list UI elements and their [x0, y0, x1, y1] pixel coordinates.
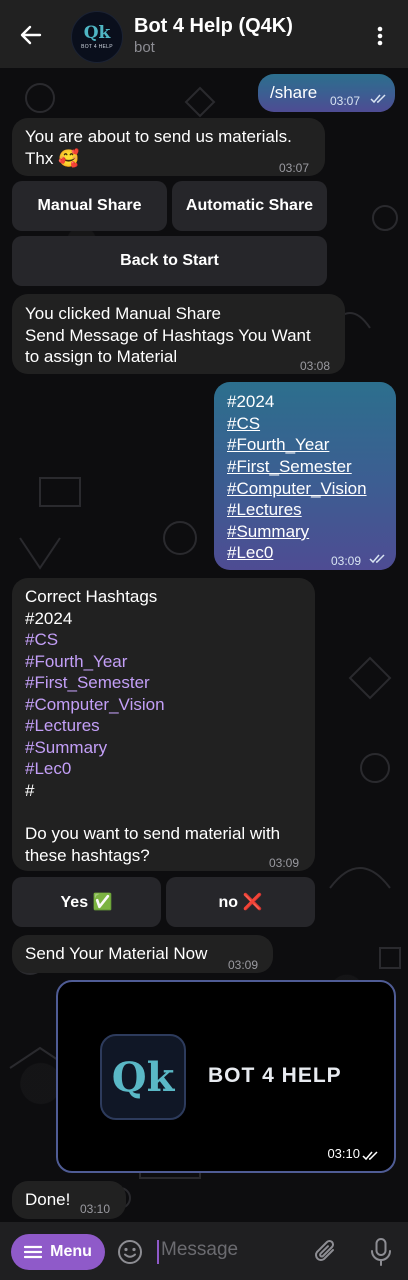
double-check-icon — [370, 94, 386, 104]
hashtag-link[interactable]: #CS — [227, 413, 260, 435]
question-line: these hashtags? — [25, 846, 150, 865]
avatar-logo-mark: Qk — [83, 22, 111, 43]
message-outgoing[interactable]: /share 03:07 — [258, 74, 395, 112]
attach-icon[interactable] — [313, 1238, 339, 1266]
message-outgoing[interactable]: #2024 #CS #Fourth_Year #First_Semester #… — [214, 382, 396, 570]
hashtag-link[interactable]: #Lec0 — [227, 542, 273, 564]
message-text: Done! — [25, 1190, 71, 1209]
message-incoming[interactable]: Send Your Material Now 03:09 — [12, 935, 273, 973]
more-vert-icon — [377, 26, 383, 46]
message-text: /share — [270, 83, 318, 102]
message-time: 03:09 — [269, 856, 300, 870]
message-text: You are about to send us materials. — [25, 127, 292, 146]
message-incoming[interactable]: Done! 03:10 — [12, 1181, 126, 1219]
hashtag-line: #2024 — [227, 392, 275, 411]
message-input[interactable]: Message — [161, 1239, 238, 1261]
message-time: 03:08 — [300, 359, 331, 373]
photo-logo-text: BOT 4 HELP — [208, 1064, 342, 1087]
hashtag-line: #2024 — [25, 609, 73, 628]
chat-subtitle: bot — [134, 39, 155, 56]
hashtag-link[interactable]: #Lec0 — [25, 758, 71, 780]
message-time: 03:07 — [330, 94, 361, 108]
mic-icon[interactable] — [368, 1237, 394, 1267]
chat-header: Qk BOT 4 HELP Bot 4 Help (Q4K) bot — [0, 0, 408, 68]
photo-message[interactable]: Qk BOT 4 HELP 03:10 — [56, 980, 396, 1173]
message-incoming[interactable]: You clicked Manual Share Send Message of… — [12, 294, 345, 374]
message-time: 03:07 — [279, 161, 310, 175]
yes-button[interactable]: Yes ✅ — [12, 877, 161, 927]
automatic-share-button[interactable]: Automatic Share — [172, 181, 327, 231]
message-line: Send Message of Hashtags You Want — [25, 326, 311, 345]
photo-logo-mark: Qk — [111, 1053, 175, 1101]
back-to-start-button[interactable]: Back to Start — [12, 236, 327, 286]
message-text-line-2: Thx 🥰 — [25, 149, 80, 168]
message-line: to assign to Material — [25, 347, 178, 366]
no-button[interactable]: no ❌ — [166, 877, 315, 927]
double-check-icon — [362, 1151, 378, 1161]
message-incoming[interactable]: You are about to send us materials. Thx … — [12, 118, 325, 176]
hashtag-link[interactable]: #Lectures — [227, 499, 302, 521]
hashtag-link[interactable]: #Computer_Vision — [25, 694, 165, 716]
message-incoming[interactable]: Correct Hashtags #2024 #CS #Fourth_Year … — [12, 578, 315, 871]
hashtag-link[interactable]: #Fourth_Year — [227, 434, 329, 456]
menu-label: Menu — [50, 1243, 92, 1260]
emoji-icon[interactable] — [117, 1239, 143, 1265]
hash-line: # — [25, 781, 35, 800]
hashtag-link[interactable]: #Summary — [25, 737, 107, 759]
hashtag-link[interactable]: #First_Semester — [227, 456, 352, 478]
back-arrow-icon — [20, 25, 42, 45]
hashtag-link[interactable]: #Computer_Vision — [227, 478, 367, 500]
hashtag-link[interactable]: #First_Semester — [25, 672, 150, 694]
menu-icon — [24, 1245, 43, 1259]
message-text: Send Your Material Now — [25, 944, 208, 963]
message-time: 03:10 — [327, 1146, 360, 1161]
question-line: Do you want to send material with — [25, 824, 281, 843]
hashtag-link[interactable]: #Summary — [227, 521, 309, 543]
double-check-icon — [369, 554, 385, 564]
chat-title[interactable]: Bot 4 Help (Q4K) — [134, 15, 293, 38]
bot-avatar[interactable]: Qk BOT 4 HELP — [71, 11, 123, 63]
bot-menu-button[interactable]: Menu — [11, 1234, 105, 1270]
message-heading: Correct Hashtags — [25, 587, 158, 606]
manual-share-button[interactable]: Manual Share — [12, 181, 167, 231]
photo-logo: Qk — [100, 1034, 186, 1120]
message-time: 03:09 — [331, 554, 362, 568]
avatar-logo-caption: BOT 4 HELP — [81, 43, 113, 50]
hashtag-link[interactable]: #Fourth_Year — [25, 651, 127, 673]
more-options-button[interactable] — [368, 22, 392, 50]
message-time: 03:10 — [80, 1202, 111, 1216]
message-line: You clicked Manual Share — [25, 304, 221, 323]
message-input-bar: Menu Message — [0, 1222, 408, 1280]
text-cursor — [157, 1240, 159, 1264]
hashtag-link[interactable]: #CS — [25, 629, 58, 651]
message-time: 03:09 — [228, 958, 259, 972]
back-button[interactable] — [14, 20, 48, 50]
hashtag-link[interactable]: #Lectures — [25, 715, 100, 737]
